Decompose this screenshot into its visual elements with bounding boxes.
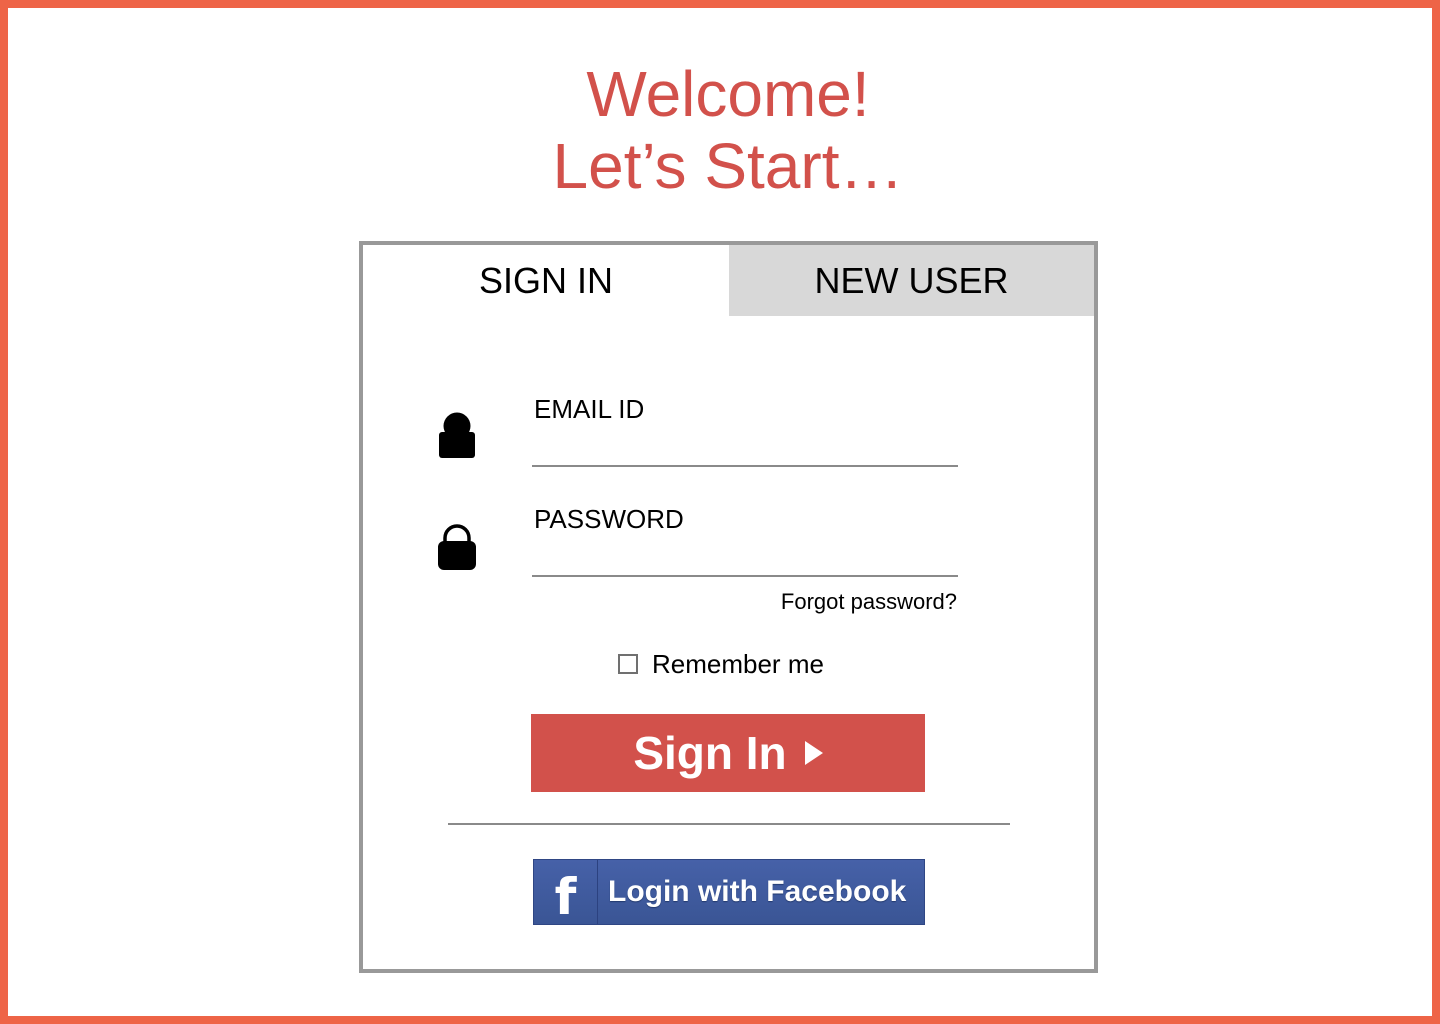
login-with-facebook-button[interactable]: f Login with Facebook: [533, 859, 925, 925]
password-label: PASSWORD: [534, 504, 684, 534]
email-field[interactable]: [532, 433, 958, 467]
remember-me-checkbox[interactable]: [618, 654, 638, 674]
email-label: EMAIL ID: [534, 394, 645, 424]
lets-start-heading: Let’s Start…: [552, 130, 904, 202]
tab-new-user[interactable]: NEW USER: [729, 245, 1094, 316]
login-card: SIGN IN NEW USER EMAIL ID PASSWORD Forgo…: [359, 241, 1098, 973]
divider: [448, 823, 1010, 825]
facebook-icon: f: [534, 860, 598, 924]
remember-me-label: Remember me: [652, 648, 824, 679]
welcome-heading: Welcome!: [586, 58, 870, 130]
remember-me: Remember me: [618, 648, 824, 680]
password-field[interactable]: [532, 543, 958, 577]
user-icon: [439, 412, 475, 458]
play-arrow-icon: [804, 741, 823, 765]
page-frame: Welcome! Let’s Start… SIGN IN NEW USER E…: [0, 0, 1440, 1024]
tab-sign-in[interactable]: SIGN IN: [363, 245, 729, 316]
sign-in-button-label: Sign In: [633, 727, 787, 779]
facebook-button-label: Login with Facebook: [608, 875, 907, 908]
forgot-password-link[interactable]: Forgot password?: [703, 589, 957, 615]
lock-icon: [438, 524, 476, 570]
sign-in-button[interactable]: Sign In: [531, 714, 925, 792]
